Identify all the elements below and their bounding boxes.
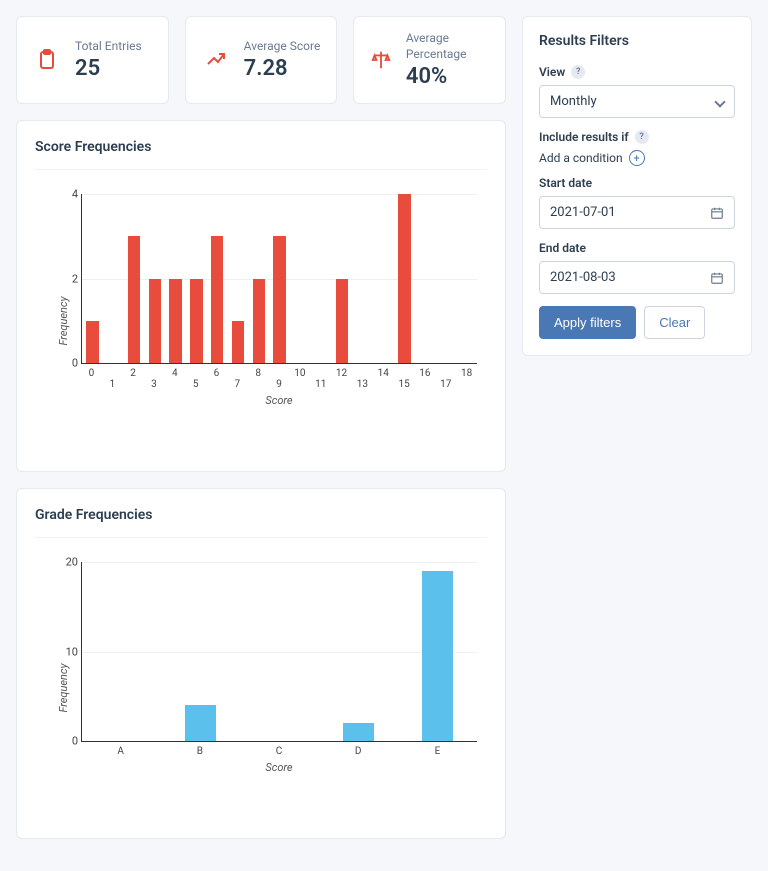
stat-row: Total Entries 25 Average Score 7.28 Av xyxy=(16,16,506,104)
x-ticks: ABCDE xyxy=(81,746,477,757)
help-icon[interactable]: ? xyxy=(571,65,585,79)
include-label: Include results if ? xyxy=(539,130,735,144)
stat-total-entries: Total Entries 25 xyxy=(16,16,169,104)
start-date-value: 2021-07-01 xyxy=(550,205,616,220)
help-icon[interactable]: ? xyxy=(635,130,649,144)
stat-value: 40% xyxy=(406,64,491,89)
plus-icon: + xyxy=(629,150,645,166)
divider xyxy=(35,169,487,170)
clipboard-icon xyxy=(31,44,63,76)
calendar-icon xyxy=(710,271,724,285)
grade-frequencies-card: Grade Frequencies Frequency 01020 ABCDE … xyxy=(16,488,506,839)
stat-avg-score: Average Score 7.28 xyxy=(185,16,338,104)
start-date-input[interactable]: 2021-07-01 xyxy=(539,196,735,229)
score-frequencies-card: Score Frequencies Frequency 024 02468101… xyxy=(16,120,506,472)
grade-bar-chart: 01020 xyxy=(81,562,477,742)
add-condition-button[interactable]: Add a condition + xyxy=(539,150,735,166)
y-axis-label: Frequency xyxy=(57,296,70,345)
view-value: Monthly xyxy=(550,94,597,109)
stat-avg-pct: Average Percentage 40% xyxy=(353,16,506,104)
chevron-down-icon xyxy=(714,96,725,107)
score-bar-chart: 024 xyxy=(81,194,477,364)
stat-value: 25 xyxy=(75,56,142,81)
x-axis-label: Score xyxy=(81,394,477,407)
x-ticks-top: 024681012141618 xyxy=(81,368,477,379)
end-date-label: End date xyxy=(539,241,735,255)
stat-label: Average Percentage xyxy=(406,31,491,62)
chart-title: Score Frequencies xyxy=(35,139,487,155)
apply-filters-button[interactable]: Apply filters xyxy=(539,306,636,339)
stat-label: Total Entries xyxy=(75,39,142,55)
start-date-label: Start date xyxy=(539,176,735,190)
stat-label: Average Score xyxy=(244,39,321,55)
results-filters-card: Results Filters View ? Monthly Include r… xyxy=(522,16,752,356)
stat-value: 7.28 xyxy=(244,56,321,81)
view-select[interactable]: Monthly xyxy=(539,85,735,118)
chart-title: Grade Frequencies xyxy=(35,507,487,523)
x-axis-label: Score xyxy=(81,761,477,774)
calendar-icon xyxy=(710,206,724,220)
view-label: View ? xyxy=(539,65,735,79)
divider xyxy=(35,537,487,538)
x-ticks-bottom: 1357911131517 xyxy=(81,379,477,390)
clear-button[interactable]: Clear xyxy=(644,306,705,339)
filters-title: Results Filters xyxy=(539,33,735,49)
end-date-input[interactable]: 2021-08-03 xyxy=(539,261,735,294)
trend-up-icon xyxy=(200,44,232,76)
scale-icon xyxy=(368,44,394,76)
end-date-value: 2021-08-03 xyxy=(550,270,616,285)
y-axis-label: Frequency xyxy=(57,664,70,713)
